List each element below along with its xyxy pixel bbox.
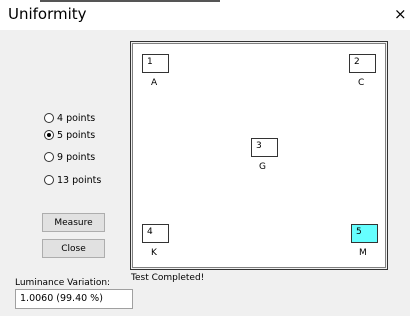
point-box-2[interactable]: 2	[349, 54, 376, 73]
point-label-m: M	[359, 248, 367, 258]
point-label-k: K	[151, 248, 157, 258]
title-bar-top-border	[40, 0, 220, 2]
radio-5-points[interactable]: 5 points	[44, 127, 95, 143]
point-label-g: G	[259, 162, 266, 172]
point-label-c: C	[358, 78, 365, 88]
radio-9-points[interactable]: 9 points	[44, 149, 95, 165]
measure-button[interactable]: Measure	[42, 213, 105, 232]
window-title: Uniformity	[8, 5, 87, 23]
radio-circle-icon[interactable]	[44, 175, 54, 185]
luminance-variation-value: 1.0060 (99.40 %)	[15, 289, 133, 309]
radio-circle-icon[interactable]	[44, 152, 54, 162]
radio-13-points[interactable]: 13 points	[44, 172, 101, 188]
point-box-5[interactable]: 5	[351, 224, 378, 243]
radio-4-points[interactable]: 4 points	[44, 110, 95, 126]
radio-label: 5 points	[57, 129, 96, 141]
luminance-variation-label: Luminance Variation:	[15, 278, 111, 288]
point-box-4[interactable]: 4	[142, 224, 169, 243]
radio-circle-checked-icon[interactable]	[44, 130, 54, 140]
point-box-1[interactable]: 1	[142, 54, 169, 73]
point-box-3[interactable]: 3	[251, 138, 278, 157]
close-button[interactable]: Close	[42, 239, 105, 258]
point-label-a: A	[151, 78, 158, 88]
radio-label: 13 points	[57, 174, 102, 186]
title-bar: Uniformity ×	[0, 0, 410, 30]
radio-label: 4 points	[57, 112, 96, 124]
close-icon[interactable]: ×	[394, 5, 407, 23]
radio-circle-icon[interactable]	[44, 113, 54, 123]
measurement-points-panel: 1 A 2 C 3 G 4 K 5 M	[130, 41, 388, 270]
radio-label: 9 points	[57, 151, 96, 163]
status-text: Test Completed!	[131, 273, 205, 283]
